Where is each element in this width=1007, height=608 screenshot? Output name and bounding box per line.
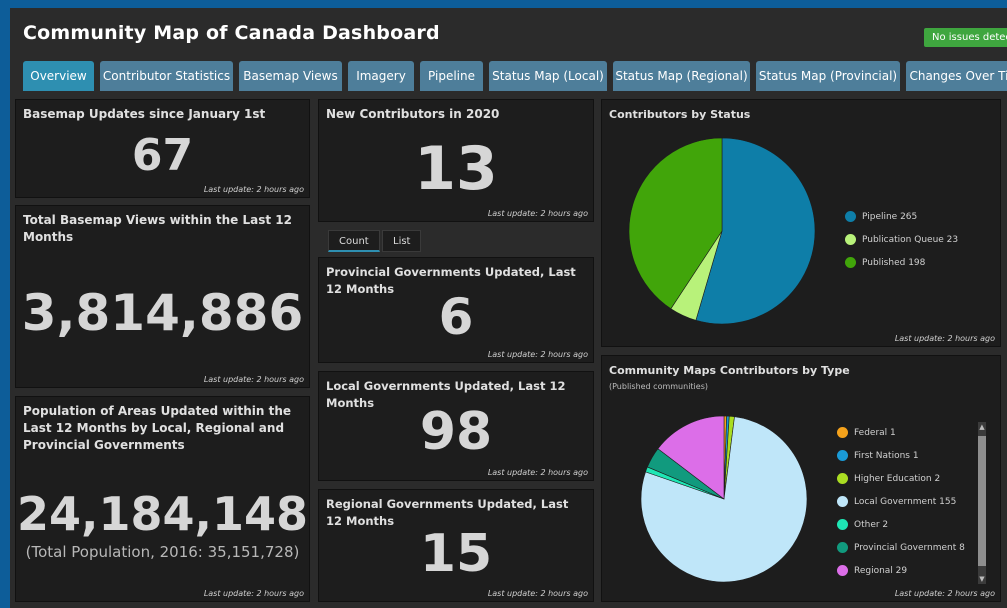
tab-status-map-provincial[interactable]: Status Map (Provincial) [756,61,900,91]
tab-pipeline[interactable]: Pipeline [420,61,483,91]
panel-title: Population of Areas Updated within the L… [23,404,291,452]
tab-status-map-local[interactable]: Status Map (Local) [489,61,607,91]
panel-title: Basemap Updates since January 1st [23,107,266,121]
legend-swatch [837,473,848,484]
dashboard-title: Community Map of Canada Dashboard [23,22,440,44]
dashboard-frame: Community Map of Canada Dashboard No iss… [10,8,1007,608]
tab-overview[interactable]: Overview [23,61,94,91]
legend-label: Other 2 [854,520,889,530]
tab-contributor-statistics[interactable]: Contributor Statistics [100,61,233,91]
last-update-label: Last update: 2 hours ago [203,589,304,598]
legend-swatch [837,496,848,507]
population-value: 24,184,148 [16,487,308,541]
provincial-governments-panel: Provincial Governments Updated, Last 12 … [318,257,594,363]
count-tab[interactable]: Count [328,230,380,252]
basemap-views-value: 3,814,886 [21,284,304,342]
list-tab[interactable]: List [382,230,422,252]
legend-swatch [837,450,848,461]
panel-title: Community Maps Contributors by Type [609,364,850,377]
last-update-label: Last update: 2 hours ago [894,589,995,598]
status-badge: No issues detected [924,28,1007,47]
last-update-label: Last update: 2 hours ago [203,375,304,384]
basemap-views-panel: Total Basemap Views within the Last 12 M… [15,205,310,388]
scroll-up-icon[interactable]: ▲ [978,422,986,432]
status-pie-chart [628,137,816,325]
panel-subtitle: (Published communities) [609,382,708,391]
basemap-updates-panel: Basemap Updates since January 1st 67 Las… [15,99,310,198]
legend-label: Higher Education 2 [854,474,941,484]
regional-value: 15 [419,524,493,584]
contributors-by-type-panel: Community Maps Contributors by Type (Pub… [601,355,1001,602]
contributors-by-status-panel: Contributors by Status Pipeline 265 Publi… [601,99,1001,347]
provincial-value: 6 [438,288,474,346]
legend-label: Regional 29 [854,566,908,576]
legend-scrollbar[interactable]: ▲ ▼ [978,422,986,584]
last-update-label: Last update: 2 hours ago [487,589,588,598]
total-population-note: (Total Population, 2016: 35,151,728) [25,543,300,561]
legend-label: Local Government 155 [854,497,957,507]
legend-swatch [837,542,848,553]
tab-basemap-views[interactable]: Basemap Views [239,61,342,91]
panel-title: Contributors by Status [609,108,751,121]
legend-label: Pipeline 265 [862,212,918,222]
legend-label: Provincial Government 8 [854,543,965,553]
tab-changes-over-time[interactable]: Changes Over Time [906,61,1007,91]
population-panel: Population of Areas Updated within the L… [15,396,310,602]
legend-label: First Nations 1 [854,451,919,461]
legend-swatch [845,211,856,222]
new-contributors-value: 13 [414,134,498,204]
scroll-down-icon[interactable]: ▼ [978,574,986,584]
tab-imagery[interactable]: Imagery [348,61,414,91]
basemap-updates-value: 67 [131,130,194,181]
last-update-label: Last update: 2 hours ago [487,350,588,359]
tab-status-map-regional[interactable]: Status Map (Regional) [613,61,750,91]
regional-governments-panel: Regional Governments Updated, Last 12 Mo… [318,489,594,602]
last-update-label: Last update: 2 hours ago [894,334,995,343]
legend-swatch [837,427,848,438]
legend-swatch [837,519,848,530]
legend-label: Federal 1 [854,428,896,438]
local-value: 98 [419,402,493,462]
legend-swatch [845,234,856,245]
panel-title: New Contributors in 2020 [326,107,500,121]
legend-swatch [845,257,856,268]
last-update-label: Last update: 2 hours ago [487,209,588,218]
legend-label: Publication Queue 23 [862,235,959,245]
last-update-label: Last update: 2 hours ago [487,468,588,477]
last-update-label: Last update: 2 hours ago [203,185,304,194]
new-contributors-panel: New Contributors in 2020 13 Last update:… [318,99,594,222]
type-legend: Federal 1 First Nations 1 Higher Education… [837,427,977,597]
scrollbar-thumb[interactable] [978,436,986,566]
type-pie-chart [640,415,808,583]
panel-title: Total Basemap Views within the Last 12 M… [23,213,292,244]
local-governments-panel: Local Governments Updated, Last 12 Month… [318,371,594,481]
legend-swatch [837,565,848,576]
status-legend: Pipeline 265 Publication Queue 23 Publishe… [845,211,995,271]
legend-label: Published 198 [862,258,926,268]
